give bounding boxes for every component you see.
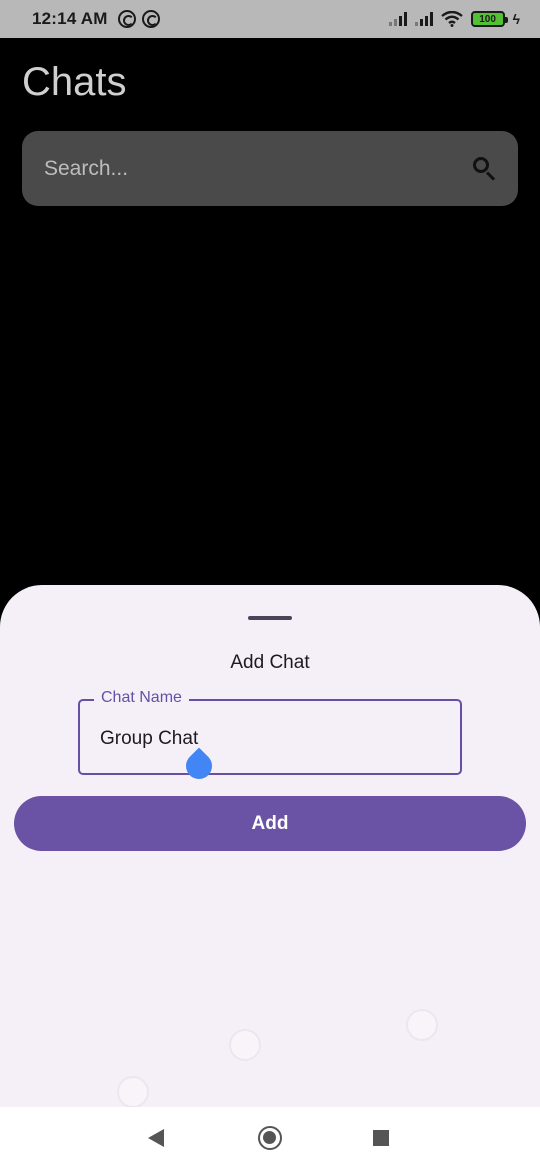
chat-name-field[interactable]: Chat Name Group Chat: [78, 689, 462, 785]
status-bar: 12:14 AM 100 ϟ: [0, 0, 540, 38]
chat-name-input[interactable]: Group Chat: [100, 728, 198, 750]
add-chat-bottom-sheet: Add Chat Chat Name Group Chat Add: [0, 585, 540, 1108]
search-input[interactable]: Search...: [44, 157, 472, 181]
sync-icon: [117, 10, 136, 28]
signal-icon: [414, 12, 433, 26]
page-title: Chats: [22, 60, 127, 104]
navigation-bar: [0, 1107, 540, 1170]
search-bar[interactable]: Search...: [22, 131, 518, 206]
status-time: 12:14 AM: [32, 9, 108, 28]
touch-indicator: [229, 1029, 261, 1061]
search-icon[interactable]: [472, 156, 498, 182]
touch-indicator: [406, 1009, 438, 1041]
sync-icon: [141, 10, 160, 28]
charging-icon: ϟ: [512, 11, 520, 27]
add-button[interactable]: Add: [14, 796, 526, 851]
screen: 12:14 AM 100 ϟ Chats Search... Add Chat …: [0, 0, 540, 1170]
signal-icon: [388, 12, 407, 26]
sheet-title: Add Chat: [230, 652, 310, 673]
touch-indicator: [117, 1076, 149, 1108]
drag-handle[interactable]: [248, 616, 292, 620]
recents-icon[interactable]: [373, 1130, 389, 1146]
text-cursor-handle[interactable]: [180, 747, 218, 785]
back-icon[interactable]: [148, 1129, 164, 1147]
status-notification-icons: [117, 10, 160, 28]
wifi-icon: [440, 11, 463, 27]
home-icon[interactable]: [258, 1126, 282, 1150]
chat-name-label: Chat Name: [94, 689, 189, 707]
status-system-icons: 100 ϟ: [388, 11, 520, 27]
battery-icon: 100: [470, 11, 508, 27]
